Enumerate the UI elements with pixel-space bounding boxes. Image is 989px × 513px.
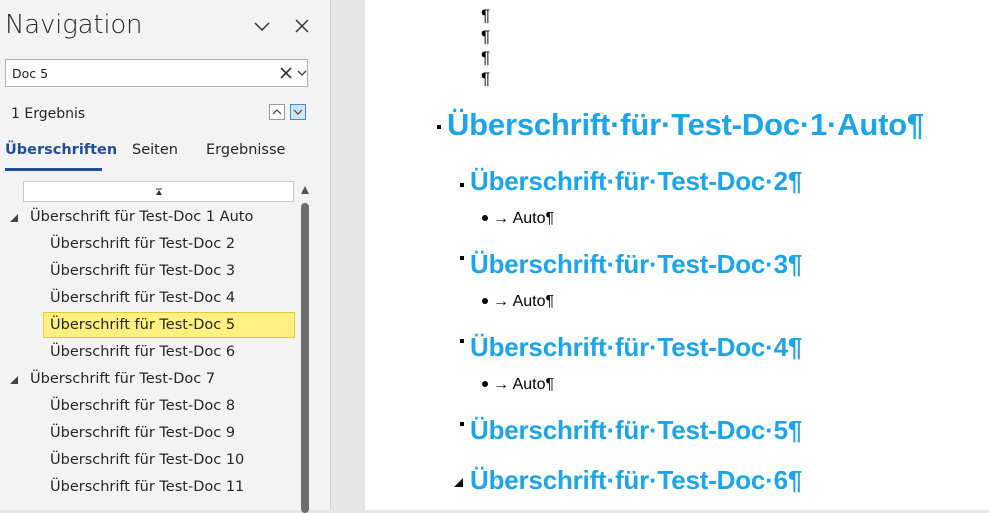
- close-icon: [295, 19, 309, 33]
- heading-2[interactable]: Überschrift·für·Test-Doc·2¶: [470, 166, 802, 197]
- scroll-up-icon[interactable]: [300, 185, 310, 195]
- tree-item-label: Überschrift für Test-Doc 2: [50, 236, 236, 252]
- list-item[interactable]: → Auto¶: [482, 210, 554, 228]
- clear-search-icon[interactable]: [278, 65, 294, 81]
- close-pane-button[interactable]: [290, 14, 314, 38]
- heading-2[interactable]: Überschrift·für·Test-Doc·4¶: [470, 332, 802, 363]
- bullet-icon: [482, 380, 488, 387]
- navigation-title: Navigation: [5, 10, 143, 40]
- next-result-button[interactable]: [290, 104, 306, 120]
- tree-item[interactable]: Überschrift für Test-Doc 9: [0, 420, 296, 446]
- tree-item[interactable]: Überschrift für Test-Doc 8: [0, 393, 296, 419]
- tree-item-label: Überschrift für Test-Doc 7: [30, 371, 216, 387]
- list-item-text: → Auto¶: [493, 293, 555, 310]
- bullet-icon: [482, 214, 488, 221]
- paragraph-marker: [460, 422, 464, 426]
- tree-item-label: Überschrift für Test-Doc 11: [50, 479, 245, 495]
- collapse-all-icon: [155, 188, 162, 195]
- tree-item-label: Überschrift für Test-Doc 6: [50, 344, 236, 360]
- tree-item-label: Überschrift für Test-Doc 10: [50, 452, 245, 468]
- previous-result-button[interactable]: [269, 104, 285, 120]
- tree-item-label: Überschrift für Test-Doc 4: [50, 290, 236, 306]
- empty-paragraph-mark: ¶: [481, 69, 491, 88]
- empty-paragraph-mark: ¶: [481, 6, 491, 25]
- tree-item[interactable]: Überschrift für Test-Doc 6: [0, 339, 296, 365]
- active-tab-indicator: [5, 168, 102, 171]
- list-item-text: → Auto¶: [493, 376, 555, 393]
- tree-item[interactable]: Überschrift für Test-Doc 7: [0, 366, 296, 392]
- dropdown-icon[interactable]: [296, 67, 308, 79]
- pane-options-button[interactable]: [250, 14, 274, 38]
- scroll-thumb[interactable]: [301, 203, 309, 513]
- expanded-triangle-icon[interactable]: [9, 213, 19, 223]
- bullet-icon: [482, 297, 488, 304]
- tree-item-label: Überschrift für Test-Doc 3: [50, 263, 236, 279]
- tree-item[interactable]: Überschrift für Test-Doc 1 Auto: [0, 204, 296, 230]
- heading-2[interactable]: Überschrift·für·Test-Doc·6¶: [470, 465, 802, 496]
- tree-item[interactable]: Überschrift für Test-Doc 10: [0, 447, 296, 473]
- tab-results[interactable]: Ergebnisse: [206, 142, 285, 158]
- tree-item-selected[interactable]: Überschrift für Test-Doc 5: [0, 312, 296, 338]
- expanded-triangle-icon[interactable]: [9, 375, 19, 385]
- list-item-text: → Auto¶: [493, 210, 555, 227]
- collapse-triangle-icon[interactable]: [452, 476, 464, 488]
- tree-item[interactable]: Überschrift für Test-Doc 4: [0, 285, 296, 311]
- tree-item-label: Überschrift für Test-Doc 5: [50, 317, 236, 333]
- tree-item[interactable]: Überschrift für Test-Doc 11: [0, 474, 296, 500]
- tree-item[interactable]: Überschrift für Test-Doc 3: [0, 258, 296, 284]
- next-result-icon: [293, 109, 303, 115]
- search-value[interactable]: Doc 5: [12, 66, 48, 81]
- empty-paragraph-mark: ¶: [481, 27, 491, 46]
- tree-item[interactable]: Überschrift für Test-Doc 2: [0, 231, 296, 257]
- list-item[interactable]: → Auto¶: [482, 293, 554, 311]
- tree-top-bar[interactable]: [23, 181, 294, 202]
- tree-item-label: Überschrift für Test-Doc 1 Auto: [30, 209, 254, 225]
- paragraph-marker: [460, 183, 464, 187]
- chevron-down-icon: [254, 22, 270, 32]
- tree-item-label: Überschrift für Test-Doc 8: [50, 398, 236, 414]
- heading-2[interactable]: Überschrift·für·Test-Doc·5¶: [470, 415, 802, 446]
- document-margin: [331, 0, 365, 510]
- result-count: 1 Ergebnis: [11, 106, 86, 122]
- navigation-pane: Navigation Doc 5 1 Ergebnis Überschrifte…: [0, 0, 331, 513]
- paragraph-marker: [460, 256, 464, 260]
- tab-pages[interactable]: Seiten: [132, 142, 178, 158]
- paragraph-marker: [460, 339, 464, 343]
- tree-item-label: Überschrift für Test-Doc 9: [50, 425, 236, 441]
- heading-2[interactable]: Überschrift·für·Test-Doc·3¶: [470, 249, 802, 280]
- tree-scrollbar[interactable]: [297, 181, 313, 513]
- paragraph-marker: [437, 125, 441, 129]
- document-page[interactable]: ¶ ¶ ¶ ¶ Überschrift·für·Test-Doc·1·Auto¶…: [365, 0, 989, 510]
- empty-paragraph-mark: ¶: [481, 48, 491, 67]
- heading-1[interactable]: Überschrift·für·Test-Doc·1·Auto¶: [447, 107, 924, 143]
- list-item[interactable]: → Auto¶: [482, 376, 554, 394]
- tab-headings[interactable]: Überschriften: [5, 142, 117, 158]
- previous-result-icon: [272, 109, 282, 115]
- search-input[interactable]: Doc 5: [5, 59, 308, 87]
